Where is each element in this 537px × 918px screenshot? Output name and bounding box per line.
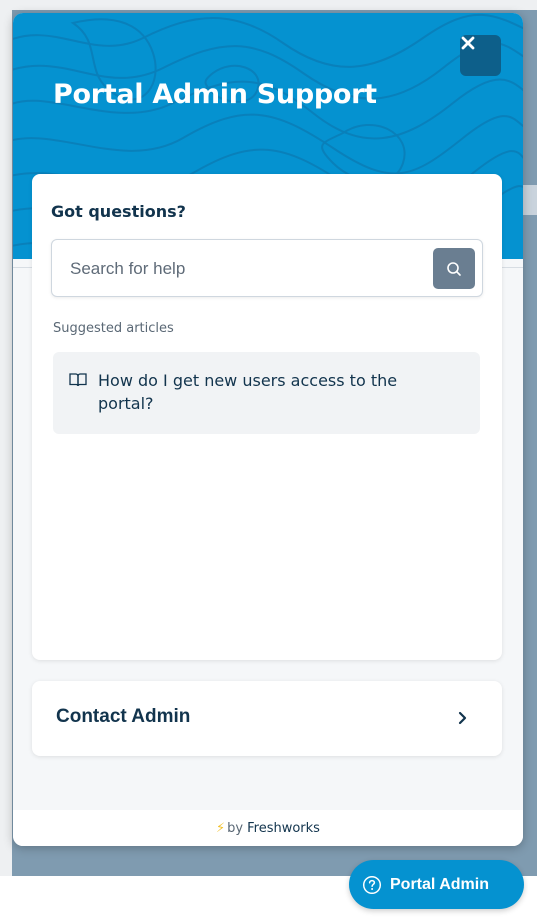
page-background-left xyxy=(0,0,12,918)
powered-by-footer: ⚡ by Freshworks xyxy=(13,810,523,846)
help-card-title: Got questions? xyxy=(51,202,186,221)
help-card: Got questions? Suggested articles How do… xyxy=(32,174,502,660)
contact-admin-label: Contact Admin xyxy=(56,706,191,727)
contact-admin-button[interactable]: Contact Admin xyxy=(32,681,502,756)
portal-admin-launcher[interactable]: Portal Admin xyxy=(349,860,524,909)
page-background-top xyxy=(0,0,537,10)
footer-brand-link[interactable]: Freshworks xyxy=(247,821,320,836)
search-input[interactable] xyxy=(68,240,422,298)
footer-by: by xyxy=(227,820,244,836)
search-icon xyxy=(447,261,461,276)
book-icon xyxy=(69,373,87,387)
widget-title: Portal Admin Support xyxy=(53,79,377,110)
chevron-right-icon xyxy=(458,711,467,725)
suggested-articles-label: Suggested articles xyxy=(53,321,174,336)
page-scrollbar xyxy=(523,185,537,215)
article-item[interactable]: How do I get new users access to the por… xyxy=(53,352,480,434)
lightning-icon: ⚡ xyxy=(216,820,226,836)
search-box xyxy=(51,239,483,298)
close-button[interactable] xyxy=(460,35,501,76)
launcher-label: Portal Admin xyxy=(390,875,489,893)
question-circle-icon xyxy=(362,875,382,895)
article-title: How do I get new users access to the por… xyxy=(98,371,398,413)
close-icon xyxy=(461,36,475,50)
support-widget: Portal Admin Support Got questions? Sugg… xyxy=(13,13,523,846)
search-button[interactable] xyxy=(433,248,475,289)
